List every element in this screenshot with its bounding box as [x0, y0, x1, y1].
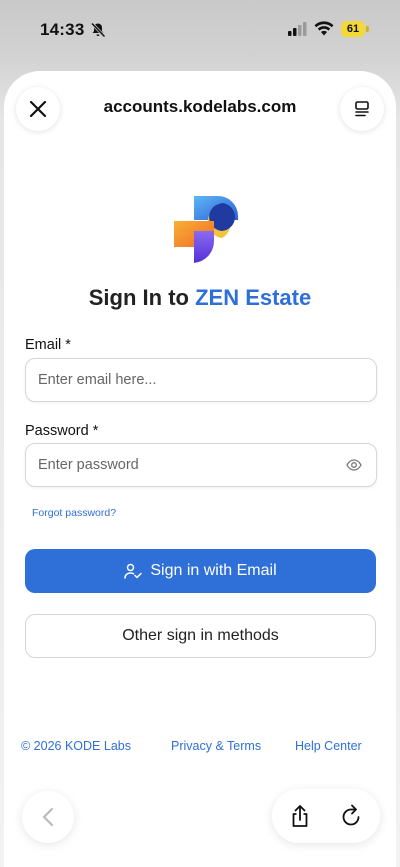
- privacy-terms-link[interactable]: Privacy & Terms: [171, 739, 261, 753]
- sign-in-email-button[interactable]: Sign in with Email: [25, 549, 376, 593]
- battery-percent: 61: [346, 23, 360, 35]
- email-field-box: [25, 358, 377, 402]
- toolbar-actions: [272, 789, 380, 843]
- forgot-password-link[interactable]: Forgot password?: [32, 507, 116, 519]
- eye-icon[interactable]: [346, 457, 362, 473]
- copyright-link[interactable]: © 2026 KODE Labs: [21, 739, 131, 753]
- back-button[interactable]: [22, 791, 74, 843]
- page-title: Sign In to ZEN Estate: [4, 285, 396, 311]
- menu-icon: [355, 101, 369, 117]
- share-icon[interactable]: [290, 804, 310, 828]
- chevron-left-icon: [43, 808, 53, 826]
- password-field-box: [25, 443, 377, 487]
- status-bar: 14:33 61: [0, 0, 400, 62]
- wifi-icon: [314, 21, 334, 36]
- menu-button[interactable]: [340, 87, 384, 131]
- other-sign-in-methods-button[interactable]: Other sign in methods: [25, 614, 376, 658]
- browser-sheet: accounts.kodelabs.com Sign In to ZEN Est…: [4, 71, 396, 867]
- status-time: 14:33: [40, 20, 85, 39]
- battery-icon: 61: [341, 21, 369, 37]
- help-center-link[interactable]: Help Center: [295, 739, 362, 753]
- password-input[interactable]: [38, 444, 338, 486]
- title-prefix: Sign In to: [88, 285, 196, 310]
- reload-icon[interactable]: [340, 804, 362, 828]
- user-check-icon: [124, 563, 143, 579]
- email-input[interactable]: [38, 359, 338, 401]
- bell-slash-icon: [90, 22, 106, 38]
- url-text: accounts.kodelabs.com: [103, 97, 297, 116]
- title-brand: ZEN Estate: [195, 285, 312, 310]
- sign-in-email-label: Sign in with Email: [150, 562, 277, 579]
- app-logo: [174, 196, 238, 263]
- password-label: Password *: [25, 423, 99, 439]
- other-sign-in-methods-label: Other sign in methods: [122, 627, 279, 644]
- cellular-signal-icon: [288, 22, 307, 36]
- email-label: Email *: [25, 337, 71, 353]
